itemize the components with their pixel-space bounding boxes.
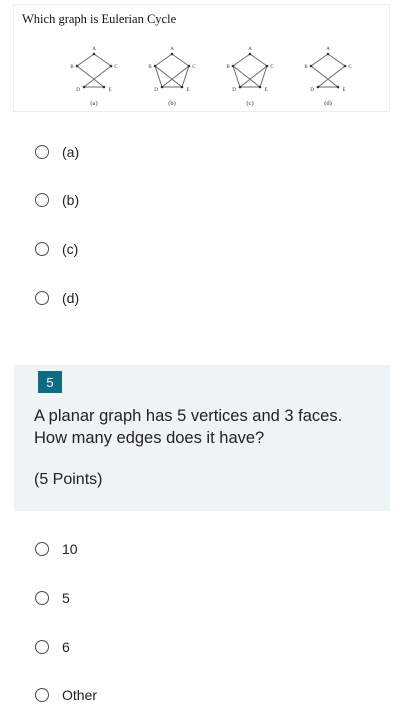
vertex-label: D xyxy=(310,88,314,93)
option-label: Other xyxy=(62,687,98,703)
vertex-label: B xyxy=(304,65,308,70)
graph-vertex xyxy=(326,52,330,56)
option-a[interactable]: (a) xyxy=(35,142,79,162)
vertex-label: E xyxy=(108,88,111,93)
vertex-label: E xyxy=(342,88,345,93)
graph-caption: (d) xyxy=(324,100,332,107)
graph-edge xyxy=(239,65,268,88)
graph-vertex xyxy=(75,64,79,68)
graph-caption: (c) xyxy=(246,100,253,107)
graph-vertex xyxy=(160,85,164,89)
graph-vertex xyxy=(187,64,191,68)
graph-vertex xyxy=(258,85,262,89)
graph-vertex xyxy=(102,85,106,89)
option-c[interactable]: (c) xyxy=(35,239,78,259)
graph-edge xyxy=(154,65,183,88)
question-card: 5 A planar graph has 5 vertices and 3 fa… xyxy=(14,365,390,511)
graph-2: A B C D E (b) xyxy=(148,47,196,107)
graph-1: A B C D E (a) xyxy=(70,47,118,107)
radio-button[interactable] xyxy=(35,242,49,256)
option-5[interactable]: 5 xyxy=(35,588,70,608)
option-label: (d) xyxy=(62,290,80,306)
graph-3: A B C D E (c) xyxy=(226,47,274,107)
graph-edge xyxy=(83,65,112,88)
graph-vertex xyxy=(82,85,86,89)
graph-vertex xyxy=(170,52,174,56)
vertex-label: A xyxy=(92,47,96,52)
vertex-label: C xyxy=(348,65,352,70)
option-6[interactable]: 6 xyxy=(35,637,70,657)
graph-edge xyxy=(317,65,346,88)
radio-button[interactable] xyxy=(35,591,49,605)
option-d[interactable]: (d) xyxy=(35,288,79,308)
graph-vertex xyxy=(180,85,184,89)
option-label: 10 xyxy=(62,541,78,557)
graph-edge xyxy=(76,53,95,67)
radio-button[interactable] xyxy=(35,640,49,654)
graph-edge xyxy=(154,53,173,67)
vertex-label: D xyxy=(154,88,158,93)
graph-vertex xyxy=(153,64,157,68)
question-figure: Which graph is Eulerian Cycle A B C D E (a) A B… xyxy=(14,5,389,111)
graph-edge xyxy=(310,53,329,67)
graph-edge xyxy=(310,65,339,88)
vertex-label: A xyxy=(326,47,330,52)
vertex-label: A xyxy=(170,47,174,52)
graph-edge xyxy=(76,65,105,88)
graph-edge xyxy=(249,53,268,67)
graph-vertex xyxy=(265,64,269,68)
option-label: 6 xyxy=(62,639,70,655)
graph-vertex xyxy=(109,64,113,68)
graph-vertex xyxy=(309,64,313,68)
graph-vertex xyxy=(231,64,235,68)
vertex-label: B xyxy=(70,65,74,70)
graph-edge xyxy=(232,53,251,67)
graph-vertex xyxy=(92,52,96,56)
vertex-label: E xyxy=(186,88,189,93)
vertex-label: B xyxy=(226,65,230,70)
question-text: A planar graph has 5 vertices and 3 face… xyxy=(34,407,343,447)
graph-edge xyxy=(161,65,190,88)
radio-button[interactable] xyxy=(35,145,49,159)
vertex-label: B xyxy=(148,65,152,70)
vertex-label: C xyxy=(192,65,196,70)
vertex-label: C xyxy=(114,65,118,70)
radio-button[interactable] xyxy=(35,291,49,305)
option-label: 5 xyxy=(62,590,70,606)
question-number-badge: 5 xyxy=(38,371,62,393)
option-label: (c) xyxy=(62,241,79,257)
vertex-label: E xyxy=(264,88,267,93)
graph-edge xyxy=(171,53,190,67)
graph-vertex xyxy=(336,85,340,89)
graph-vertex xyxy=(343,64,347,68)
graph-vertex xyxy=(248,52,252,56)
graph-caption: (b) xyxy=(168,100,176,107)
vertex-label: C xyxy=(270,65,274,70)
graph-edge xyxy=(93,53,112,67)
graph-edge xyxy=(232,65,261,88)
question-points: (5 Points) xyxy=(34,471,103,488)
vertex-label: D xyxy=(76,88,80,93)
radio-button[interactable] xyxy=(35,193,49,207)
vertex-label: D xyxy=(232,88,236,93)
radio-button[interactable] xyxy=(35,542,49,556)
option-label: (a) xyxy=(62,144,80,160)
graph-figures: A B C D E (a) A B C D E (b) A B C D E (c) A B C D E (d) xyxy=(70,47,352,107)
option-b[interactable]: (b) xyxy=(35,190,79,210)
option-label: (b) xyxy=(62,192,80,208)
graph-caption: (a) xyxy=(90,100,97,107)
option-other[interactable]: Other xyxy=(35,685,97,705)
graph-vertex xyxy=(316,85,320,89)
vertex-label: A xyxy=(248,47,252,52)
option-10[interactable]: 10 xyxy=(35,539,78,559)
graph-4: A B C D E (d) xyxy=(304,47,352,107)
graph-vertex xyxy=(238,85,242,89)
graph-edge xyxy=(327,53,346,67)
